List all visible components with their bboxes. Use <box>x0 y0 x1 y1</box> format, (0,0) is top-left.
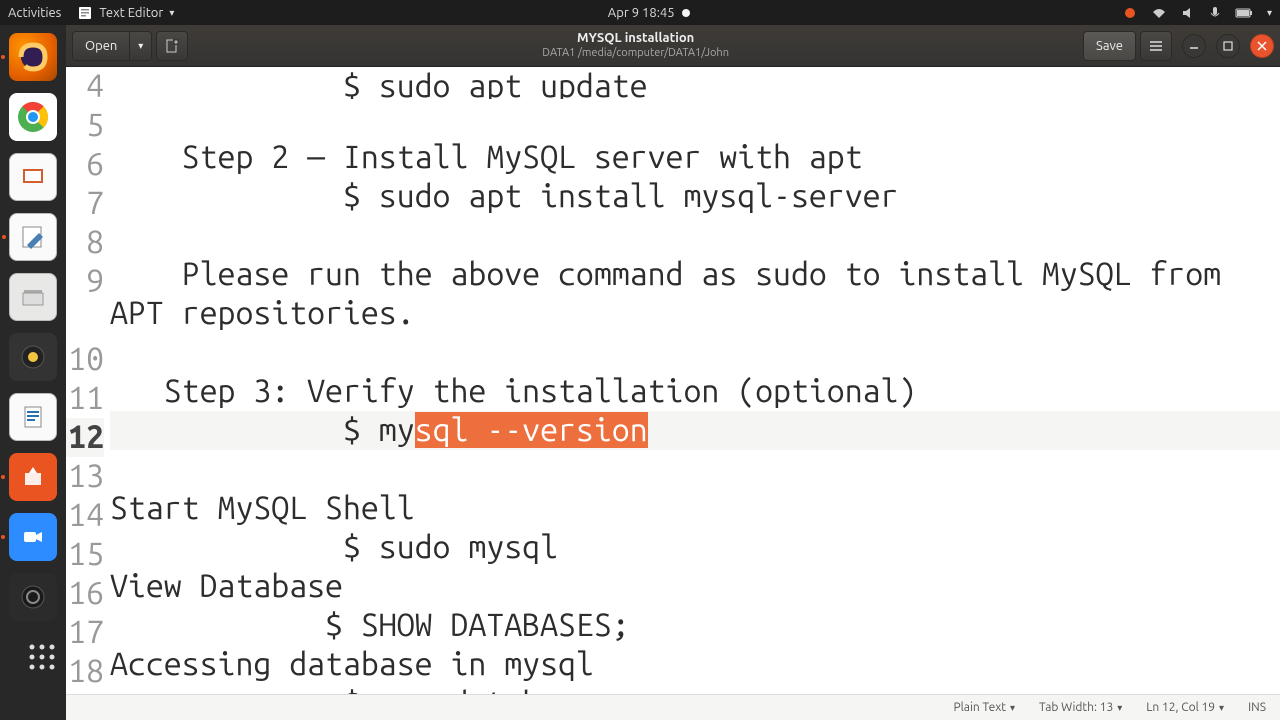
line-number: 18 <box>66 652 104 691</box>
line-number: 4 <box>66 67 104 106</box>
obs-icon <box>19 583 47 611</box>
hamburger-menu-button[interactable] <box>1140 31 1172 61</box>
hamburger-icon <box>1149 39 1163 53</box>
editor-line[interactable] <box>110 333 1280 372</box>
editor-line[interactable] <box>110 450 1280 489</box>
line-number: 19 <box>66 691 104 694</box>
writer-icon <box>19 403 47 431</box>
impress-icon <box>19 163 47 191</box>
line-number: 14 <box>66 496 104 535</box>
new-document-icon <box>165 39 179 53</box>
open-button[interactable]: Open <box>72 31 130 61</box>
volume-icon[interactable] <box>1181 6 1195 20</box>
dock <box>0 25 66 720</box>
editor-line[interactable] <box>110 216 1280 255</box>
firefox-icon <box>16 40 50 74</box>
chrome-icon <box>16 100 50 134</box>
mic-icon[interactable] <box>1209 6 1221 20</box>
line-number: 5 <box>66 106 104 145</box>
editor-line[interactable]: Start MySQL Shell <box>110 489 1280 528</box>
dock-libreoffice-impress[interactable] <box>9 153 57 201</box>
network-icon[interactable] <box>1151 6 1167 20</box>
editor-line[interactable]: $ mysql --version <box>110 411 1280 450</box>
line-number: 6 <box>66 145 104 184</box>
zoom-icon <box>19 523 47 551</box>
gnome-topbar: Activities Text Editor ▾ Apr 9 18:45 ▾ <box>0 0 1280 25</box>
dock-chrome[interactable] <box>9 93 57 141</box>
editor-line[interactable]: $ sudo apt install mysql-server <box>110 177 1280 216</box>
editor-line[interactable] <box>110 99 1280 138</box>
editor-line[interactable]: Please run the above command as sudo to … <box>110 255 1280 333</box>
editor-line[interactable]: Step 3: Verify the installation (optiona… <box>110 372 1280 411</box>
line-number: 11 <box>66 379 104 418</box>
dock-gedit[interactable] <box>9 213 57 261</box>
editor-line[interactable]: Step 2 — Install MySQL server with apt <box>110 138 1280 177</box>
chevron-down-icon: ▾ <box>1219 702 1224 714</box>
editor-line[interactable]: $ sudo mysql <box>110 528 1280 567</box>
syntax-mode-selector[interactable]: Plain Text ▾ <box>953 701 1015 714</box>
editor-line[interactable]: View Database <box>110 567 1280 606</box>
speaker-icon <box>19 343 47 371</box>
text-content[interactable]: $ sudo apt update Step 2 — Install MySQL… <box>110 67 1280 694</box>
open-split-button[interactable]: Open ▾ <box>72 31 152 61</box>
app-menu-label: Text Editor <box>99 6 163 20</box>
headerbar: Open ▾ MYSQL installation DATA1 /media/c… <box>66 25 1280 67</box>
minimize-button[interactable] <box>1182 34 1206 58</box>
line-number: 8 <box>66 223 104 262</box>
editor-line[interactable]: Accessing database in mysql <box>110 645 1280 684</box>
save-button[interactable]: Save <box>1083 31 1136 61</box>
dock-firefox[interactable] <box>9 33 57 81</box>
screencast-icon[interactable] <box>1123 6 1137 20</box>
line-number: 16 <box>66 574 104 613</box>
files-icon <box>19 283 47 311</box>
chevron-down-icon: ▾ <box>138 40 143 52</box>
line-number: 7 <box>66 184 104 223</box>
dock-zoom[interactable] <box>9 513 57 561</box>
editor-area[interactable]: 45678910111213141516171819 $ sudo apt up… <box>66 67 1280 694</box>
gedit-icon <box>19 223 47 251</box>
activities-button[interactable]: Activities <box>8 6 61 20</box>
apps-grid-icon <box>26 641 58 673</box>
battery-icon[interactable] <box>1235 7 1253 19</box>
maximize-button[interactable] <box>1216 34 1240 58</box>
dock-ubuntu-software[interactable] <box>9 453 57 501</box>
line-number: 9 <box>66 262 104 340</box>
line-number: 10 <box>66 340 104 379</box>
dock-obs[interactable] <box>9 573 57 621</box>
minimize-icon <box>1189 41 1199 51</box>
text-editor-icon <box>77 5 93 21</box>
system-menu-chevron-icon[interactable]: ▾ <box>1267 7 1272 19</box>
editor-line[interactable]: $ use database <box>110 684 1280 694</box>
open-recent-chevron[interactable]: ▾ <box>130 31 152 61</box>
notification-dot-icon <box>682 9 690 17</box>
line-number: 13 <box>66 457 104 496</box>
editor-line[interactable]: $ sudo apt update <box>110 67 1280 99</box>
text-selection: sql --version <box>415 412 648 448</box>
cursor-position[interactable]: Ln 12, Col 19 ▾ <box>1146 701 1224 714</box>
new-tab-button[interactable] <box>156 31 188 61</box>
window-title: MYSQL installation DATA1 /media/computer… <box>192 31 1079 60</box>
line-number: 12 <box>66 418 104 457</box>
insert-mode-indicator[interactable]: INS <box>1248 701 1266 714</box>
dock-files[interactable] <box>9 273 57 321</box>
line-number: 17 <box>66 613 104 652</box>
maximize-icon <box>1223 41 1233 51</box>
line-number-gutter: 45678910111213141516171819 <box>66 67 110 694</box>
chevron-down-icon: ▾ <box>1117 702 1122 714</box>
line-number: 15 <box>66 535 104 574</box>
close-button[interactable] <box>1250 34 1274 58</box>
close-icon <box>1257 41 1267 51</box>
dock-apps-grid[interactable] <box>18 633 66 681</box>
statusbar: Plain Text ▾ Tab Width: 13 ▾ Ln 12, Col … <box>66 694 1280 720</box>
dock-libreoffice-writer[interactable] <box>9 393 57 441</box>
chevron-down-icon: ▾ <box>1010 702 1015 714</box>
app-menu[interactable]: Text Editor ▾ <box>77 5 174 21</box>
editor-line[interactable]: $ SHOW DATABASES; <box>110 606 1280 645</box>
software-icon <box>19 463 47 491</box>
clock[interactable]: Apr 9 18:45 <box>174 6 1123 20</box>
tab-width-selector[interactable]: Tab Width: 13 ▾ <box>1039 701 1122 714</box>
dock-rhythmbox[interactable] <box>9 333 57 381</box>
gedit-window: Open ▾ MYSQL installation DATA1 /media/c… <box>66 25 1280 720</box>
